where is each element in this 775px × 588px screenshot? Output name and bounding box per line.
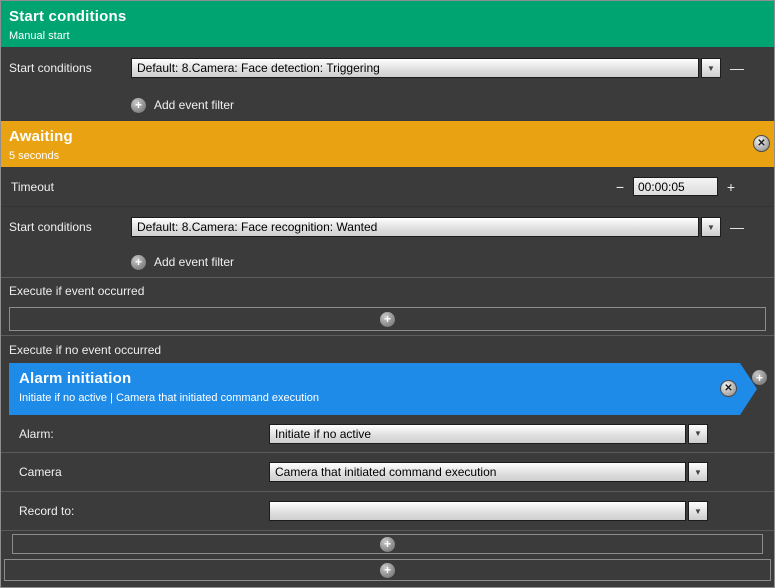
alarm-dropdown-value: Initiate if no active xyxy=(275,427,371,441)
alarm-dropdown[interactable]: Initiate if no active xyxy=(269,424,686,444)
close-icon[interactable]: ✕ xyxy=(720,380,737,397)
remove-event-filter-button[interactable]: — xyxy=(730,220,744,234)
add-command-row: + xyxy=(1,557,774,588)
awaiting-header[interactable]: Awaiting 5 seconds ✕ xyxy=(1,121,774,167)
start-condition-dropdown[interactable]: Default: 8.Camera: Face detection: Trigg… xyxy=(131,58,699,78)
timeout-increase-button[interactable]: + xyxy=(725,180,737,194)
execute-if-no-event-section: Execute if no event occurred xyxy=(1,335,774,363)
macro-editor-panel: Start conditions Manual start Start cond… xyxy=(0,0,775,588)
record-to-label: Record to: xyxy=(19,504,269,518)
record-to-dropdown-arrow-button[interactable]: ▼ xyxy=(688,501,708,521)
start-condition-row: Start conditions Default: 8.Camera: Face… xyxy=(1,47,774,89)
alarm-initiation-title: Alarm initiation xyxy=(19,370,757,387)
alarm-dropdown-group: Initiate if no active ▼ xyxy=(269,424,708,444)
chevron-down-icon: ▼ xyxy=(694,507,702,516)
awaiting-condition-dropdown-arrow-button[interactable]: ▼ xyxy=(701,217,721,237)
alarm-label: Alarm: xyxy=(19,427,269,441)
start-conditions-label: Start conditions xyxy=(9,61,131,75)
add-event-filter-button[interactable]: + Add event filter xyxy=(1,89,774,121)
plus-circle-icon: + xyxy=(380,312,395,327)
add-event-filter-label: Add event filter xyxy=(154,98,234,112)
start-condition-dropdown-arrow-button[interactable]: ▼ xyxy=(701,58,721,78)
start-condition-dropdown-group: Default: 8.Camera: Face detection: Trigg… xyxy=(131,58,744,78)
plus-circle-icon: + xyxy=(131,98,146,113)
timeout-label: Timeout xyxy=(11,180,54,194)
add-action-plus-button[interactable]: + xyxy=(752,370,767,385)
add-action-button[interactable]: + xyxy=(9,307,766,331)
close-icon[interactable]: ✕ xyxy=(753,135,770,152)
chevron-down-icon: ▼ xyxy=(694,429,702,438)
alarm-initiation-header[interactable]: Alarm initiation Initiate if no active |… xyxy=(9,363,757,415)
plus-circle-icon: + xyxy=(380,563,395,578)
camera-label: Camera xyxy=(19,465,269,479)
alarm-row: Alarm: Initiate if no active ▼ xyxy=(1,415,774,453)
add-event-filter-label: Add event filter xyxy=(154,255,234,269)
execute-if-event-label: Execute if event occurred xyxy=(9,284,144,298)
alarm-initiation-banner-row: Alarm initiation Initiate if no active |… xyxy=(1,363,774,415)
record-to-dropdown[interactable] xyxy=(269,501,686,521)
record-to-row: Record to: ▼ xyxy=(1,492,774,531)
plus-circle-icon: + xyxy=(380,537,395,552)
timeout-decrease-button[interactable]: − xyxy=(614,180,626,194)
camera-dropdown-value: Camera that initiated command execution xyxy=(275,465,496,479)
remove-event-filter-button[interactable]: — xyxy=(730,61,744,75)
timeout-input[interactable] xyxy=(633,177,718,196)
alarm-initiation-subtitle: Initiate if no active | Camera that init… xyxy=(19,392,757,404)
start-conditions-subtitle: Manual start xyxy=(9,30,764,42)
add-parameter-button[interactable]: + xyxy=(12,534,763,554)
awaiting-condition-row: Start conditions Default: 8.Camera: Face… xyxy=(1,207,774,247)
alarm-dropdown-arrow-button[interactable]: ▼ xyxy=(688,424,708,444)
camera-row: Camera Camera that initiated command exe… xyxy=(1,453,774,492)
awaiting-title: Awaiting xyxy=(9,128,764,145)
camera-dropdown-group: Camera that initiated command execution … xyxy=(269,462,708,482)
add-event-filter-button[interactable]: + Add event filter xyxy=(1,247,774,277)
awaiting-condition-dropdown[interactable]: Default: 8.Camera: Face recognition: Wan… xyxy=(131,217,699,237)
camera-dropdown[interactable]: Camera that initiated command execution xyxy=(269,462,686,482)
execute-if-no-event-label: Execute if no event occurred xyxy=(9,343,161,357)
add-action-row: + xyxy=(1,303,774,335)
record-to-dropdown-group: ▼ xyxy=(269,501,708,521)
awaiting-condition-dropdown-value: Default: 8.Camera: Face recognition: Wan… xyxy=(137,220,377,234)
awaiting-condition-dropdown-group: Default: 8.Camera: Face recognition: Wan… xyxy=(131,217,744,237)
add-parameter-row: + xyxy=(1,531,774,557)
start-conditions-title: Start conditions xyxy=(9,8,764,25)
start-condition-dropdown-value: Default: 8.Camera: Face detection: Trigg… xyxy=(137,61,380,75)
awaiting-conditions-label: Start conditions xyxy=(9,220,131,234)
plus-circle-icon: + xyxy=(131,255,146,270)
chevron-down-icon: ▼ xyxy=(694,468,702,477)
camera-dropdown-arrow-button[interactable]: ▼ xyxy=(688,462,708,482)
execute-if-event-section: Execute if event occurred xyxy=(1,277,774,303)
chevron-down-icon: ▼ xyxy=(707,223,715,232)
start-conditions-header[interactable]: Start conditions Manual start xyxy=(1,1,774,47)
awaiting-subtitle: 5 seconds xyxy=(9,150,764,162)
add-command-button[interactable]: + xyxy=(4,559,771,581)
chevron-down-icon: ▼ xyxy=(707,64,715,73)
timeout-row: Timeout − + xyxy=(1,167,774,207)
timeout-controls: − + xyxy=(614,177,737,196)
